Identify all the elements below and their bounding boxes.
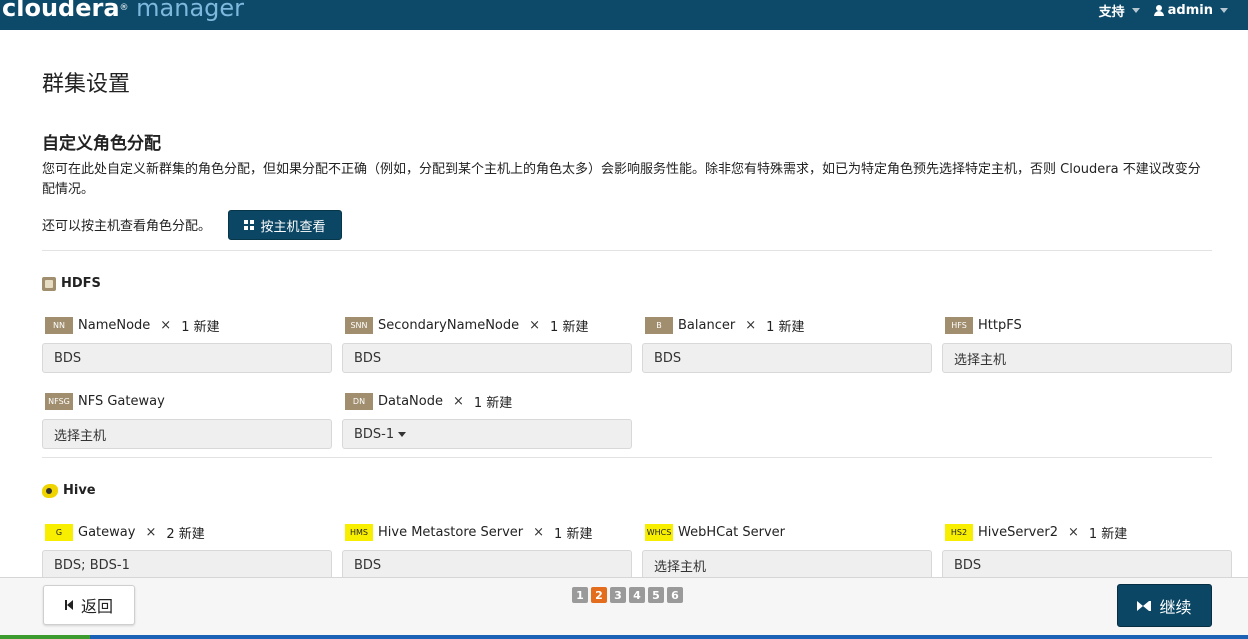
continue-button-label: 继续: [1159, 597, 1192, 617]
hive-service-name: Hive: [63, 483, 96, 498]
logo-sub-text: manager: [136, 0, 245, 22]
host-selector[interactable]: 选择主机: [942, 343, 1232, 373]
role-secondarynamenode: SNN SecondaryNameNode × 1 新建 BDS: [342, 315, 632, 373]
role-name: NameNode: [78, 317, 151, 333]
cloudera-manager-logo[interactable]: cloudera® manager: [2, 0, 244, 23]
view-by-host-button[interactable]: 按主机查看: [228, 210, 342, 240]
role-count: 1 新建: [1088, 526, 1128, 542]
hdfs-icon: [42, 276, 56, 291]
role-count: 1 新建: [473, 395, 513, 411]
role-name: NFS Gateway: [78, 393, 165, 409]
host-selector[interactable]: BDS: [942, 550, 1232, 580]
support-menu-label: 支持: [1098, 4, 1125, 20]
section-title: 自定义角色分配: [42, 134, 161, 154]
step-indicator-4[interactable]: 4: [629, 587, 645, 603]
grid-icon: [244, 220, 255, 230]
view-by-host-label: 按主机查看: [260, 219, 326, 235]
os-taskbar: [0, 635, 1248, 639]
role-name: Gateway: [78, 524, 136, 540]
role-badge: SNN: [345, 316, 373, 334]
hive-service-header: Hive: [42, 483, 96, 498]
host-selector[interactable]: BDS: [342, 343, 632, 373]
times-icon: ×: [529, 317, 541, 333]
divider: [42, 250, 1212, 251]
role-count: 1 新建: [181, 319, 220, 335]
role-badge: NN: [45, 316, 73, 334]
user-menu[interactable]: admin: [1153, 2, 1228, 18]
host-dropdown[interactable]: BDS-1: [342, 419, 632, 449]
role-badge: HS2: [945, 523, 973, 541]
role-namenode: NN NameNode × 1 新建 BDS: [42, 315, 332, 373]
role-hiveserver2: HS2 HiveServer2 × 1 新建 BDS: [942, 522, 1232, 580]
times-icon: ×: [745, 317, 757, 333]
step-backward-icon: [64, 600, 73, 610]
hdfs-service-header: HDFS: [42, 276, 101, 291]
step-indicator-1[interactable]: 1: [572, 587, 588, 603]
role-balancer: B Balancer × 1 新建 BDS: [642, 315, 932, 373]
role-badge: HFS: [945, 316, 973, 334]
role-name: Hive Metastore Server: [378, 524, 524, 540]
role-badge: B: [645, 316, 673, 334]
logo-main-text: cloudera: [2, 0, 120, 22]
role-name: HiveServer2: [978, 524, 1058, 540]
page-title: 群集设置: [42, 72, 131, 97]
back-button[interactable]: 返回: [43, 585, 135, 625]
role-name: DataNode: [378, 393, 443, 409]
role-badge: NFSG: [45, 392, 73, 410]
role-webhcat-server: WHCS WebHCat Server 选择主机: [642, 522, 932, 580]
user-menu-label: admin: [1167, 2, 1213, 18]
role-name: HttpFS: [978, 317, 1022, 333]
role-name: Balancer: [678, 317, 736, 333]
role-count: 2 新建: [166, 526, 205, 542]
view-by-host-hint: 还可以按主机查看角色分配。: [42, 219, 212, 234]
role-badge: DN: [345, 392, 373, 410]
chevron-down-icon: [1131, 7, 1140, 13]
logo-registered-mark: ®: [119, 3, 129, 13]
hive-icon: [42, 483, 58, 498]
role-badge: HMS: [345, 523, 373, 541]
continue-button[interactable]: 继续: [1117, 584, 1212, 627]
top-nav-menu: 支持 admin: [1099, 0, 1228, 20]
user-icon: [1153, 4, 1164, 16]
step-indicator-5[interactable]: 5: [648, 587, 664, 603]
host-selector[interactable]: BDS: [642, 343, 932, 373]
step-indicator-3[interactable]: 3: [610, 587, 626, 603]
role-httpfs: HFS HttpFS 选择主机: [942, 315, 1232, 373]
role-badge: WHCS: [645, 523, 673, 541]
times-icon: ×: [452, 393, 464, 409]
caret-down-icon: [398, 431, 407, 437]
times-icon: ×: [160, 317, 172, 333]
role-hive-metastore-server: HMS Hive Metastore Server × 1 新建 BDS: [342, 522, 632, 580]
host-selector[interactable]: 选择主机: [42, 419, 332, 449]
hdfs-service-name: HDFS: [61, 276, 101, 291]
times-icon: ×: [1067, 524, 1079, 540]
chevron-down-icon: [1220, 7, 1228, 13]
divider: [42, 457, 1212, 458]
section-description: 您可在此处自定义新群集的角色分配，但如果分配不正确（例如，分配到某个主机上的角色…: [42, 162, 1201, 197]
role-datanode: DN DataNode × 1 新建 BDS-1: [342, 391, 632, 449]
role-count: 1 新建: [554, 526, 593, 542]
host-dropdown-value: BDS-1: [354, 426, 395, 442]
host-selector[interactable]: BDS: [42, 343, 332, 373]
times-icon: ×: [533, 524, 545, 540]
host-selector[interactable]: BDS: [342, 550, 632, 580]
host-selector[interactable]: BDS; BDS-1: [42, 550, 332, 580]
role-badge: G: [45, 523, 73, 541]
role-name: SecondaryNameNode: [378, 317, 520, 333]
role-count: 1 新建: [766, 319, 805, 335]
host-selector[interactable]: 选择主机: [642, 550, 932, 580]
role-count: 1 新建: [550, 319, 589, 335]
role-name: WebHCat Server: [678, 524, 786, 540]
times-icon: ×: [145, 524, 157, 540]
top-navbar: cloudera® manager 支持 admin: [0, 0, 1248, 30]
role-nfs-gateway: NFSG NFS Gateway 选择主机: [42, 391, 332, 449]
step-indicator-2[interactable]: 2: [591, 587, 607, 603]
step-indicator-6[interactable]: 6: [667, 587, 683, 603]
wizard-step-pager: 1 2 3 4 5 6: [572, 587, 683, 603]
os-start-button[interactable]: [0, 635, 90, 639]
role-gateway: G Gateway × 2 新建 BDS; BDS-1: [42, 522, 332, 580]
support-menu[interactable]: 支持: [1099, 1, 1140, 20]
step-forward-icon: [1137, 600, 1152, 611]
back-button-label: 返回: [80, 597, 113, 616]
